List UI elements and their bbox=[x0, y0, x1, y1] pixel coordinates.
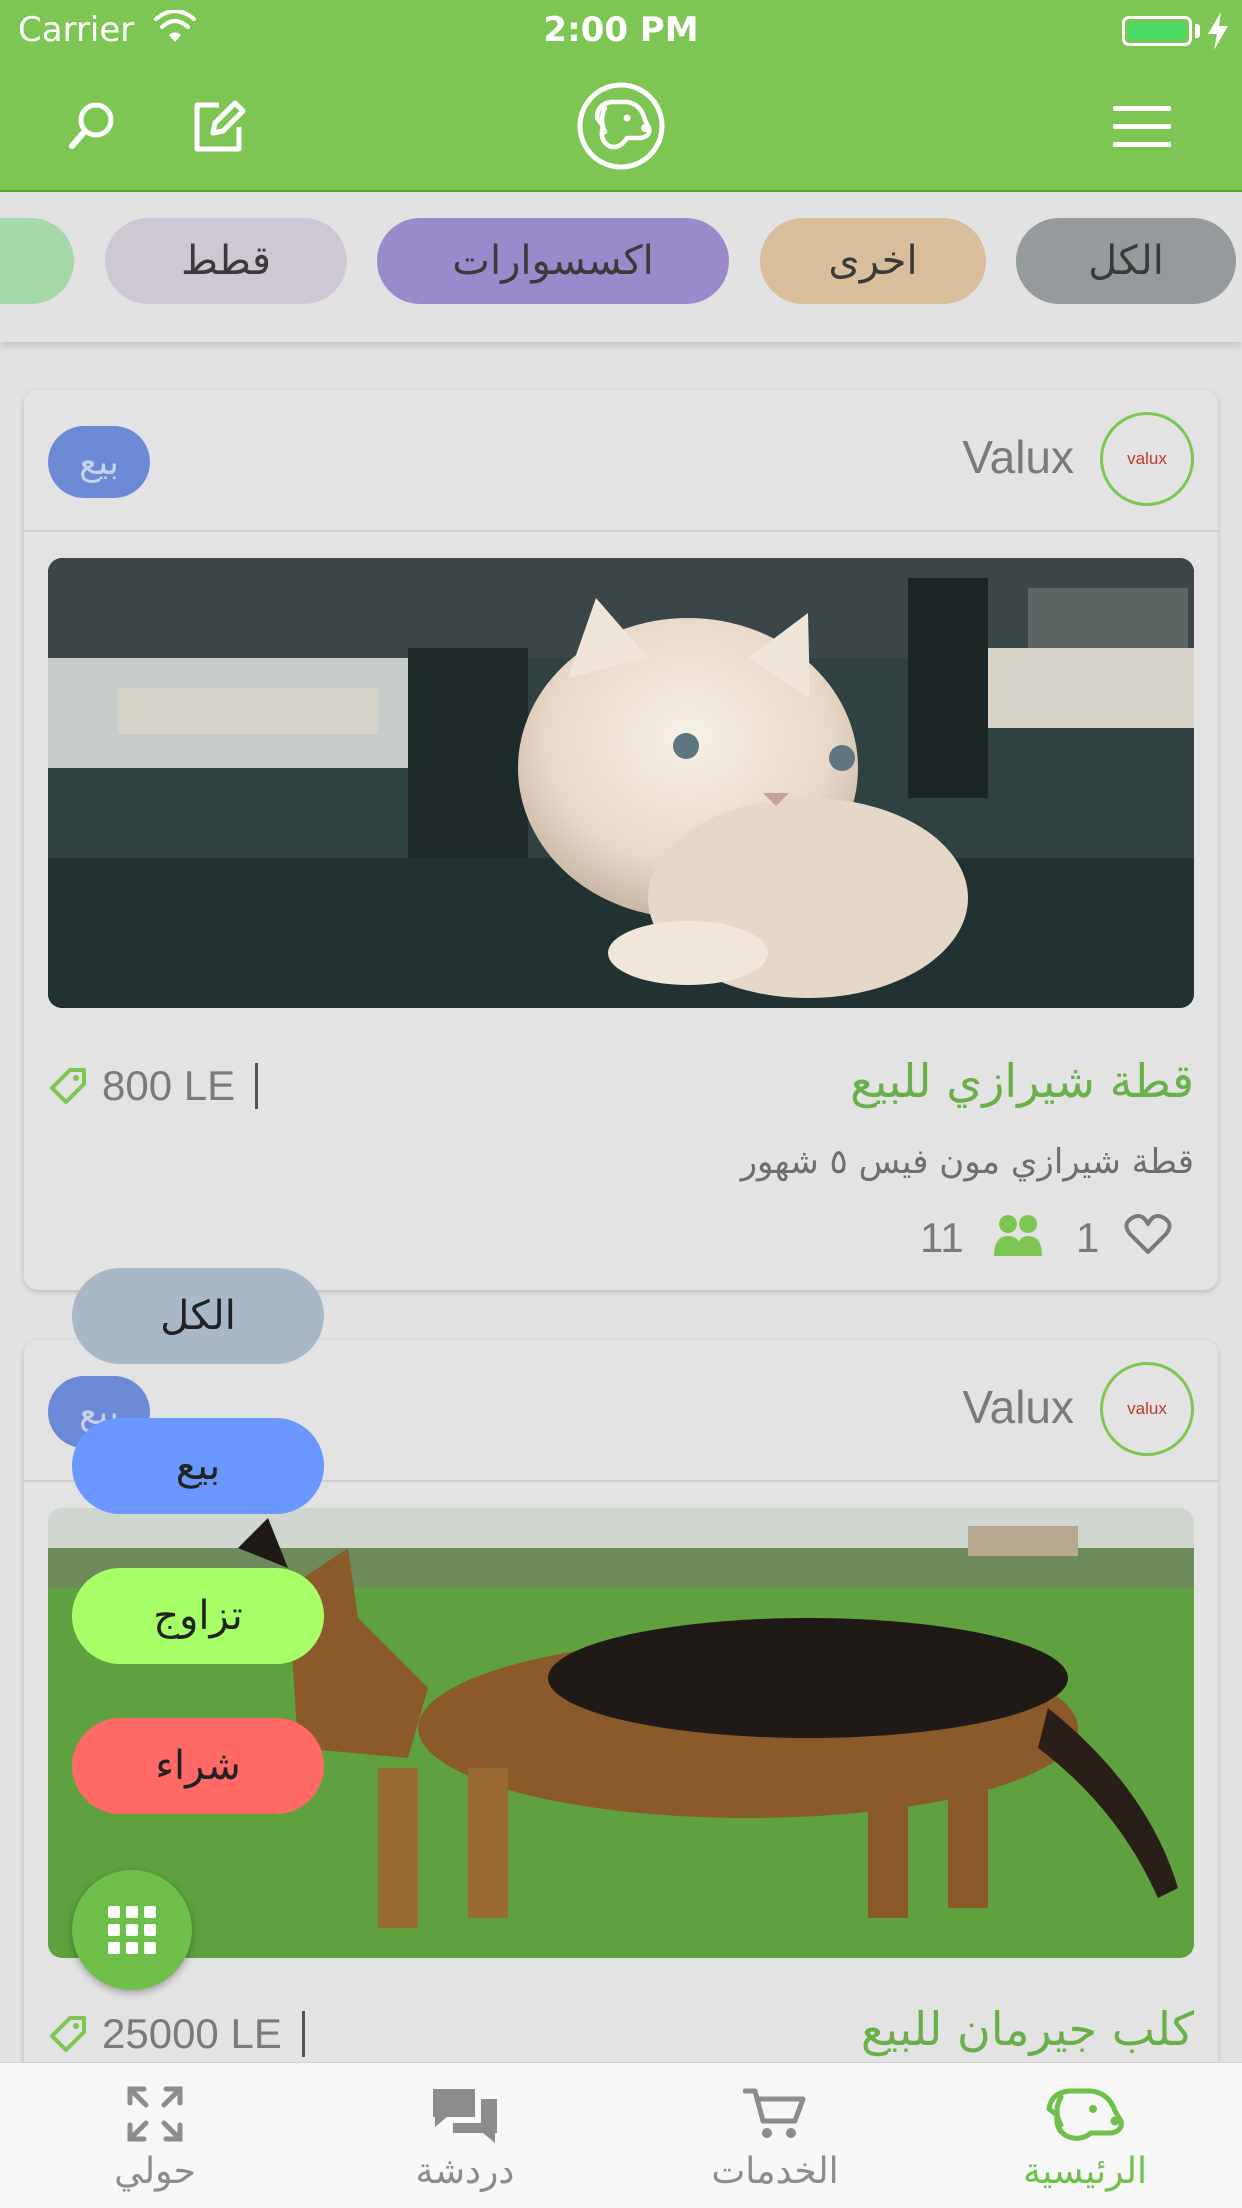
post-card[interactable]: valux Valux بيع bbox=[24, 390, 1218, 1290]
tab-chat[interactable]: دردشة bbox=[310, 2063, 620, 2208]
price-tag-icon bbox=[50, 1068, 86, 1104]
nav-bar bbox=[0, 62, 1242, 192]
post-title[interactable]: كلب جيرمان للبيع bbox=[861, 2002, 1194, 2056]
battery-icon bbox=[1122, 16, 1192, 46]
seller-avatar[interactable]: valux bbox=[1100, 412, 1194, 506]
category-filter-bar: الكل اخرى اكسسوارات قطط bbox=[0, 192, 1242, 342]
kitten-image bbox=[48, 558, 1194, 1008]
fab-filter-mating[interactable]: تزاوج bbox=[72, 1568, 324, 1664]
clock: 2:00 PM bbox=[543, 10, 699, 50]
top-bar: Carrier 2:00 PM bbox=[0, 0, 1242, 192]
chip-accessories[interactable]: اكسسوارات bbox=[377, 218, 729, 304]
cart-icon bbox=[743, 2088, 806, 2138]
status-bar: Carrier 2:00 PM bbox=[0, 0, 1242, 62]
app-logo[interactable] bbox=[575, 80, 667, 172]
menu-button[interactable] bbox=[1106, 90, 1178, 162]
post-description: قطة شيرازي مون فيس ٥ شهور bbox=[740, 1142, 1194, 1182]
dog-logo-icon bbox=[577, 82, 665, 170]
price-divider bbox=[255, 1063, 259, 1109]
followers-icon bbox=[994, 1215, 1042, 1256]
heart-icon[interactable] bbox=[1124, 1212, 1172, 1256]
views-count: 11 bbox=[920, 1214, 964, 1261]
post-title[interactable]: قطة شيرازي للبيع bbox=[850, 1054, 1194, 1108]
chip-partial[interactable] bbox=[0, 218, 74, 304]
tab-about[interactable]: حولي bbox=[0, 2063, 310, 2208]
post-price: 800 LE bbox=[48, 1062, 259, 1110]
chip-other[interactable]: اخرى bbox=[760, 218, 986, 304]
search-icon bbox=[69, 102, 114, 149]
chip-all[interactable]: الكل bbox=[1016, 218, 1236, 304]
post-header: valux Valux بيع bbox=[24, 390, 1218, 532]
likes-count: 1 bbox=[1076, 1214, 1100, 1261]
app-screen: Carrier 2:00 PM الكل اخرى اكسسوارات قطط … bbox=[0, 0, 1242, 2208]
price-value: 25000 LE bbox=[102, 2010, 282, 2057]
tab-home[interactable]: الرئيسية bbox=[930, 2063, 1240, 2208]
price-tag-icon bbox=[50, 2016, 86, 2052]
chat-icon bbox=[433, 2089, 497, 2143]
tab-services[interactable]: الخدمات bbox=[620, 2063, 930, 2208]
seller-name[interactable]: Valux bbox=[962, 430, 1074, 484]
tab-services-label: الخدمات bbox=[711, 2151, 839, 2192]
menu-icon bbox=[1113, 106, 1171, 147]
tab-bar: الرئيسية الخدمات دردشة حولي bbox=[0, 2062, 1242, 2208]
compose-button[interactable] bbox=[182, 90, 254, 162]
seller-avatar[interactable]: valux bbox=[1100, 1362, 1194, 1456]
kitten-photo[interactable] bbox=[48, 558, 1194, 1008]
price-value: 800 LE bbox=[102, 1062, 236, 1109]
dog-home-icon bbox=[1046, 2088, 1124, 2141]
seller-name[interactable]: Valux bbox=[962, 1380, 1074, 1434]
charging-icon bbox=[1208, 12, 1228, 50]
fab-filter-all[interactable]: الكل bbox=[72, 1268, 324, 1364]
fab-filter-sell[interactable]: بيع bbox=[72, 1418, 324, 1514]
battery-tip bbox=[1195, 24, 1200, 38]
tab-about-label: حولي bbox=[114, 2151, 196, 2192]
post-price: 25000 LE bbox=[48, 2010, 305, 2058]
tab-chat-label: دردشة bbox=[415, 2151, 515, 2192]
fab-filter-buy[interactable]: شراء bbox=[72, 1718, 324, 1814]
search-button[interactable] bbox=[56, 90, 128, 162]
compose-icon bbox=[194, 100, 246, 152]
price-divider bbox=[301, 2011, 305, 2057]
chip-cats[interactable]: قطط bbox=[105, 218, 347, 304]
post-type-badge: بيع bbox=[48, 426, 150, 498]
expand-icon bbox=[127, 2086, 183, 2142]
fab-menu-button[interactable] bbox=[72, 1870, 192, 1990]
grid-icon bbox=[108, 1906, 156, 1954]
post-stats: 1 11 bbox=[24, 1210, 1218, 1270]
tab-home-label: الرئيسية bbox=[1023, 2151, 1147, 2192]
